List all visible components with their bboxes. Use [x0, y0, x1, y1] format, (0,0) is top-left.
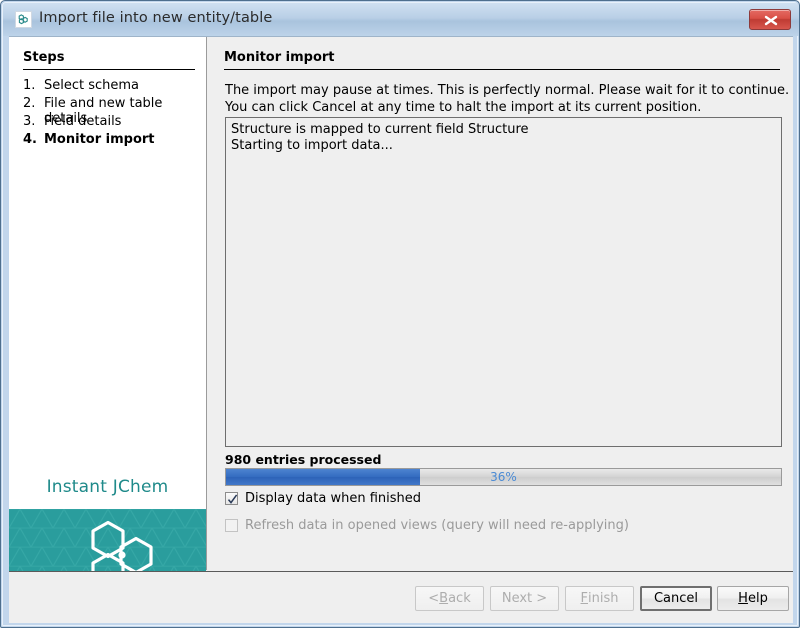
page-title-rule [224, 69, 780, 70]
help-button[interactable]: Help [717, 586, 789, 611]
molecule-icon [15, 11, 32, 28]
step-label: Select schema [44, 78, 140, 93]
checkmark-icon [227, 494, 238, 504]
entries-processed-status: 980 entries processed [225, 452, 382, 467]
page-title: Monitor import [224, 50, 335, 65]
checkbox-box [225, 519, 238, 532]
step-number: 4. [23, 132, 37, 147]
finish-button[interactable]: Finish [565, 586, 634, 611]
import-log-area[interactable]: Structure is mapped to current field Str… [225, 117, 782, 447]
cancel-button[interactable]: Cancel [640, 586, 712, 611]
step-number: 3. [23, 114, 36, 129]
import-progress-bar: 36% [225, 468, 782, 486]
dialog-button-bar: < Back Next > Finish Cancel Help [9, 571, 793, 623]
next-button[interactable]: Next > [490, 586, 559, 611]
help-button-mnemonic: H [738, 591, 748, 606]
finish-button-suffix: inish [588, 591, 619, 606]
checkbox-box[interactable] [225, 492, 238, 505]
window-title: Import file into new entity/table [39, 10, 273, 26]
log-line: Structure is mapped to current field Str… [231, 122, 529, 137]
checkbox-display-data-when-finished[interactable]: Display data when finished [225, 491, 421, 506]
checkbox-label: Refresh data in opened views (query will… [245, 518, 629, 533]
title-bar[interactable]: Import file into new entity/table [3, 3, 799, 36]
intro-text-line-1: The import may pause at times. This is p… [225, 83, 790, 98]
back-button-mnemonic: B [439, 591, 449, 606]
back-button-suffix: ack [448, 591, 471, 606]
close-icon [764, 15, 778, 26]
back-button[interactable]: < Back [415, 586, 484, 611]
steps-panel: Steps 1. Select schema 2. File and new t… [9, 37, 206, 606]
finish-button-mnemonic: F [580, 591, 588, 606]
checkbox-label: Display data when finished [245, 491, 422, 506]
intro-text-line-2: You can click Cancel at any time to halt… [225, 100, 702, 115]
progress-percent-label: 36% [490, 470, 517, 484]
step-number: 2. [23, 96, 36, 111]
steps-heading: Steps [23, 50, 65, 65]
dialog-window: Import file into new entity/table Steps … [0, 0, 800, 628]
close-button[interactable] [749, 9, 791, 30]
cancel-button-label: Cancel [653, 591, 699, 606]
checkbox-refresh-data-in-opened-views: Refresh data in opened views (query will… [225, 518, 629, 533]
step-item-2: 2. File and new table details [23, 96, 203, 126]
steps-list: 1. Select schema 2. File and new table d… [23, 78, 203, 150]
brand-name: Instant JChem [46, 477, 169, 497]
step-number: 1. [23, 78, 36, 93]
step-label: Monitor import [44, 132, 155, 147]
step-item-1: 1. Select schema [23, 78, 203, 96]
help-button-suffix: elp [747, 591, 768, 606]
next-button-suffix: ext > [511, 591, 548, 606]
step-label: Field details [44, 114, 122, 129]
dialog-client-area: Steps 1. Select schema 2. File and new t… [9, 36, 793, 623]
log-line: Starting to import data... [231, 138, 393, 153]
back-button-prefix: < [428, 591, 440, 606]
main-panel: Monitor import The import may pause at t… [207, 37, 793, 570]
steps-heading-rule [23, 69, 195, 70]
next-button-mnemonic: N [501, 591, 512, 606]
step-item-4: 4. Monitor import [23, 132, 203, 150]
